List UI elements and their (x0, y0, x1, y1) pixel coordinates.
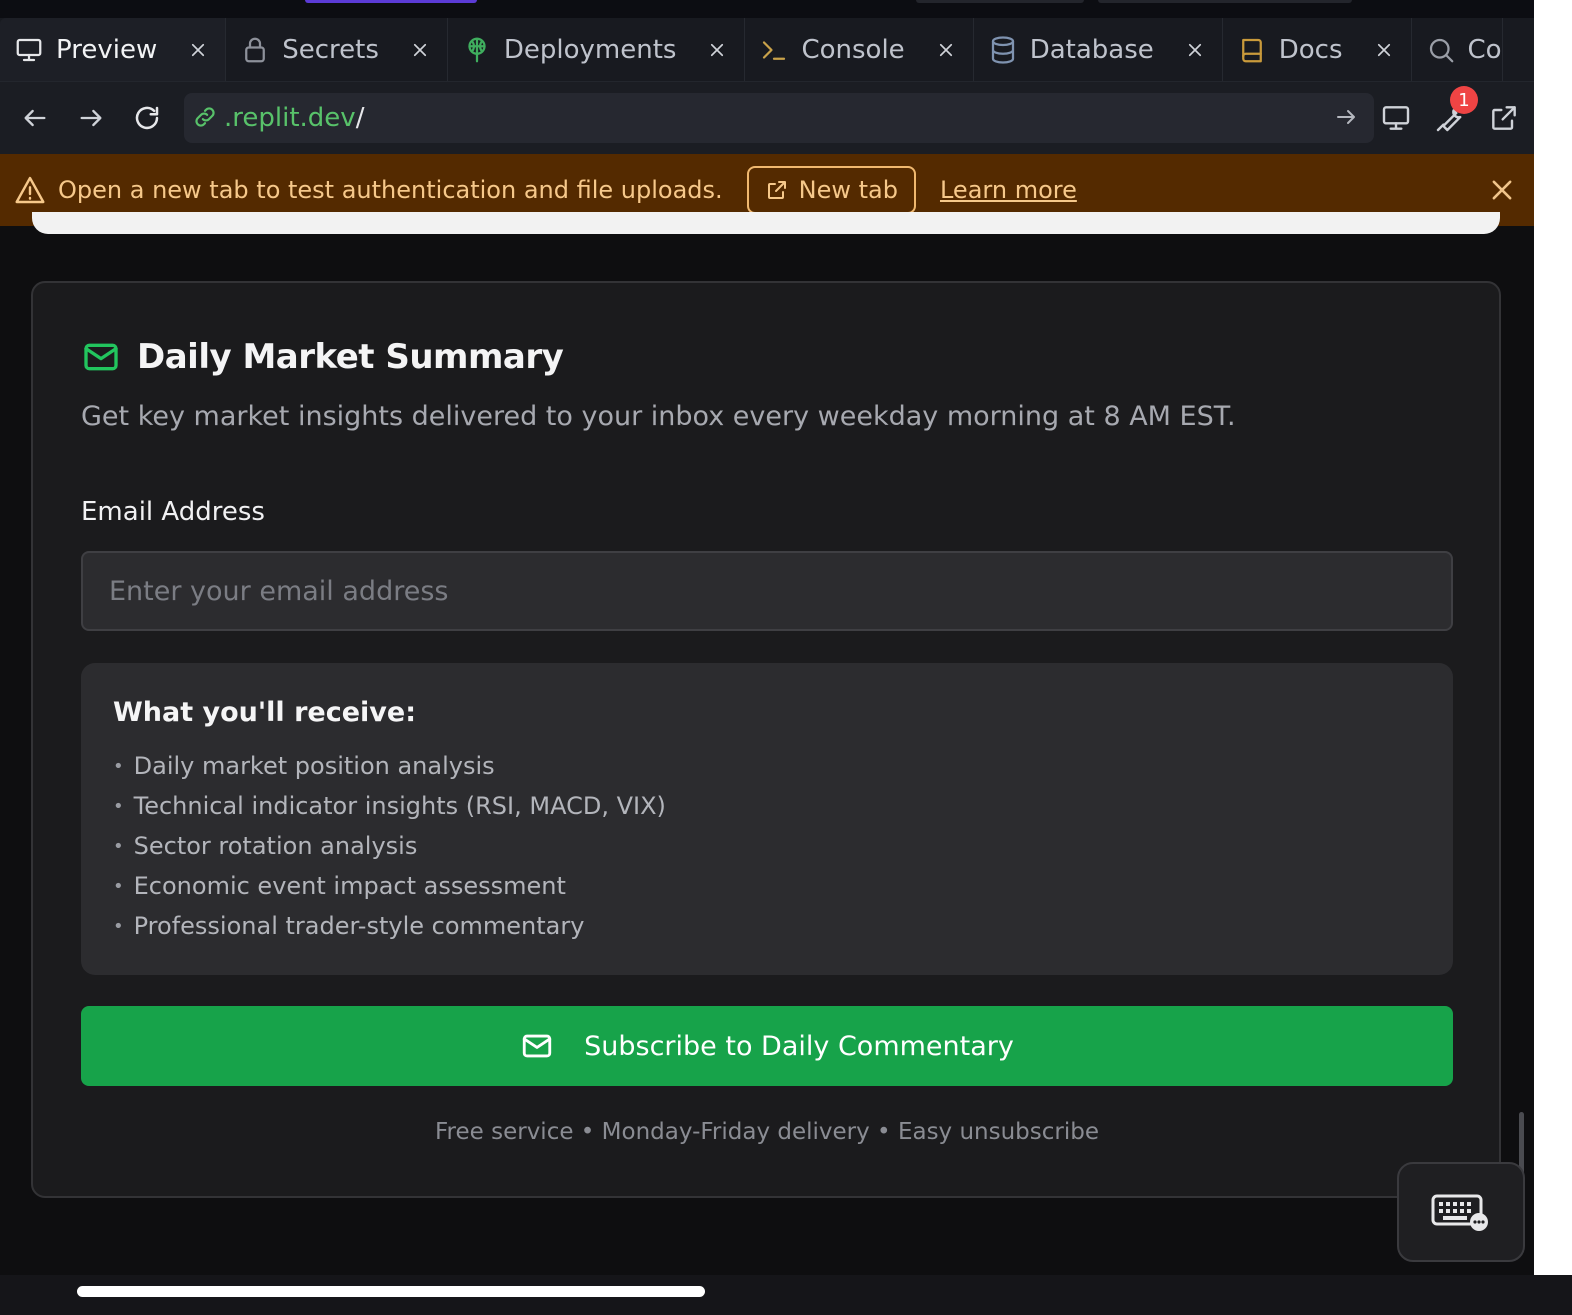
address-bar-row: .replit.dev/ 1 (0, 82, 1534, 154)
top-ribbon-active (305, 0, 477, 3)
tab-label: Console (801, 34, 905, 65)
list-item: • Technical indicator insights (RSI, MACD… (113, 786, 1421, 826)
bullet-icon: • (113, 795, 124, 817)
bullet-icon: • (113, 835, 124, 857)
top-strip (0, 0, 1534, 18)
list-item-text: Economic event impact assessment (133, 872, 566, 900)
card-header: Daily Market Summary (81, 337, 564, 377)
close-icon[interactable] (187, 39, 209, 61)
replit-preview-window: Preview Secrets Deployments Console Data… (0, 0, 1572, 1315)
list-item: • Daily market position analysis (113, 746, 1421, 786)
url-path: / (355, 103, 365, 133)
arrow-left-icon (24, 109, 46, 127)
tab-deployments[interactable]: Deployments (448, 18, 746, 81)
close-icon[interactable] (1184, 39, 1206, 61)
close-icon[interactable] (1488, 176, 1516, 204)
tab-preview[interactable]: Preview (0, 18, 227, 81)
subscribe-label: Subscribe to Daily Commentary (584, 1030, 1014, 1062)
tab-docs[interactable]: Docs (1223, 18, 1412, 81)
reload-button[interactable] (122, 93, 172, 143)
close-icon[interactable] (409, 39, 431, 61)
top-ribbon (1098, 0, 1352, 3)
tab-label: Secrets (282, 34, 379, 65)
subscribe-button[interactable]: Subscribe to Daily Commentary (81, 1006, 1453, 1086)
close-icon[interactable] (706, 39, 728, 61)
workspace-tab-bar: Preview Secrets Deployments Console Data… (0, 18, 1534, 82)
url-domain: .replit.dev (224, 103, 356, 133)
bullet-icon: • (113, 755, 124, 777)
email-field[interactable] (81, 551, 1453, 631)
card-title: Daily Market Summary (137, 337, 564, 377)
learn-more-link[interactable]: Learn more (940, 176, 1077, 204)
go-button[interactable] (1334, 105, 1360, 131)
book-icon (1237, 35, 1267, 65)
url-input[interactable]: .replit.dev / (184, 93, 1374, 143)
benefits-box: What you'll receive: • Daily market posit… (81, 663, 1453, 975)
list-item: • Professional trader-style commentary (113, 906, 1421, 946)
link-icon (192, 104, 220, 132)
back-button[interactable] (10, 93, 60, 143)
tab-label: Database (1029, 34, 1154, 65)
device-preview-button[interactable] (1376, 98, 1416, 138)
list-item: • Economic event impact assessment (113, 866, 1421, 906)
terminal-icon (759, 35, 789, 65)
open-new-window-button[interactable] (1484, 98, 1524, 138)
arrow-right-icon (1337, 110, 1355, 124)
banner-message: Open a new tab to test authentication an… (58, 176, 723, 204)
tab-secrets[interactable]: Secrets (226, 18, 448, 81)
card-description: Get key market insights delivered to you… (81, 401, 1236, 432)
new-tab-button[interactable]: New tab (746, 166, 916, 214)
new-tab-label: New tab (798, 176, 898, 204)
list-item-text: Professional trader-style commentary (133, 912, 585, 940)
bullet-icon: • (113, 875, 124, 897)
tab-console[interactable]: Console (745, 18, 974, 81)
close-icon[interactable] (935, 39, 957, 61)
tab-label: Co (1467, 34, 1502, 65)
email-label: Email Address (81, 497, 265, 527)
window-edge (1534, 0, 1572, 1275)
external-link-icon (1492, 106, 1516, 130)
forward-button[interactable] (66, 93, 116, 143)
tab-code-search[interactable]: Co (1412, 18, 1503, 81)
search-icon (1426, 35, 1456, 65)
tab-database[interactable]: Database (974, 18, 1223, 81)
database-icon (988, 35, 1018, 65)
daily-market-summary-card: Daily Market Summary Get key market insi… (31, 281, 1501, 1198)
top-ribbon (916, 0, 1084, 3)
benefits-title: What you'll receive: (113, 697, 416, 728)
home-indicator[interactable] (77, 1286, 705, 1297)
tab-label: Preview (56, 34, 158, 65)
deploy-icon (462, 35, 492, 65)
footer-note: Free service • Monday-Friday delivery • … (434, 1119, 1100, 1145)
notification-badge: 1 (1450, 86, 1478, 114)
monitor-icon (1382, 106, 1410, 130)
keyboard-icon (1431, 1194, 1488, 1231)
warning-icon (14, 174, 46, 206)
previous-card-edge (32, 212, 1500, 234)
bullet-icon: • (113, 915, 124, 937)
list-item: • Sector rotation analysis (113, 826, 1421, 866)
lock-icon (240, 35, 270, 65)
external-link-icon (767, 181, 786, 199)
list-item-text: Technical indicator insights (RSI, MACD,… (133, 792, 666, 820)
tab-label: Docs (1278, 34, 1343, 65)
close-icon[interactable] (1373, 39, 1395, 61)
monitor-icon (14, 35, 44, 65)
mail-icon (81, 337, 121, 377)
address-bar-actions: 1 (1376, 86, 1524, 138)
benefits-list: • Daily market position analysis • Technic… (113, 746, 1421, 946)
devtools-button[interactable]: 1 (1430, 86, 1478, 138)
list-item-text: Daily market position analysis (133, 752, 495, 780)
keyboard-button[interactable] (1397, 1162, 1525, 1262)
reload-icon (135, 106, 159, 130)
mail-icon (520, 1029, 554, 1063)
list-item-text: Sector rotation analysis (133, 832, 418, 860)
arrow-right-icon (80, 109, 102, 127)
tab-label: Deployments (503, 34, 677, 65)
